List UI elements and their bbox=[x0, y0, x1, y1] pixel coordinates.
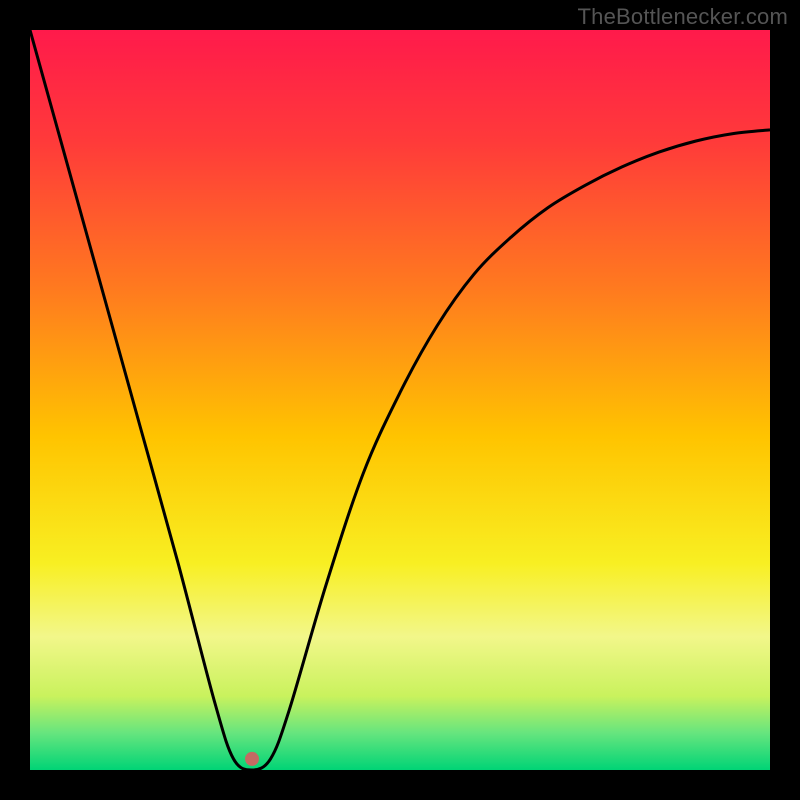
bottleneck-curve bbox=[30, 30, 770, 770]
curve-layer bbox=[30, 30, 770, 770]
plot-area bbox=[30, 30, 770, 770]
site-watermark: TheBottlenecker.com bbox=[578, 4, 788, 30]
optimal-point-dot bbox=[245, 752, 259, 766]
chart-frame: TheBottlenecker.com bbox=[0, 0, 800, 800]
